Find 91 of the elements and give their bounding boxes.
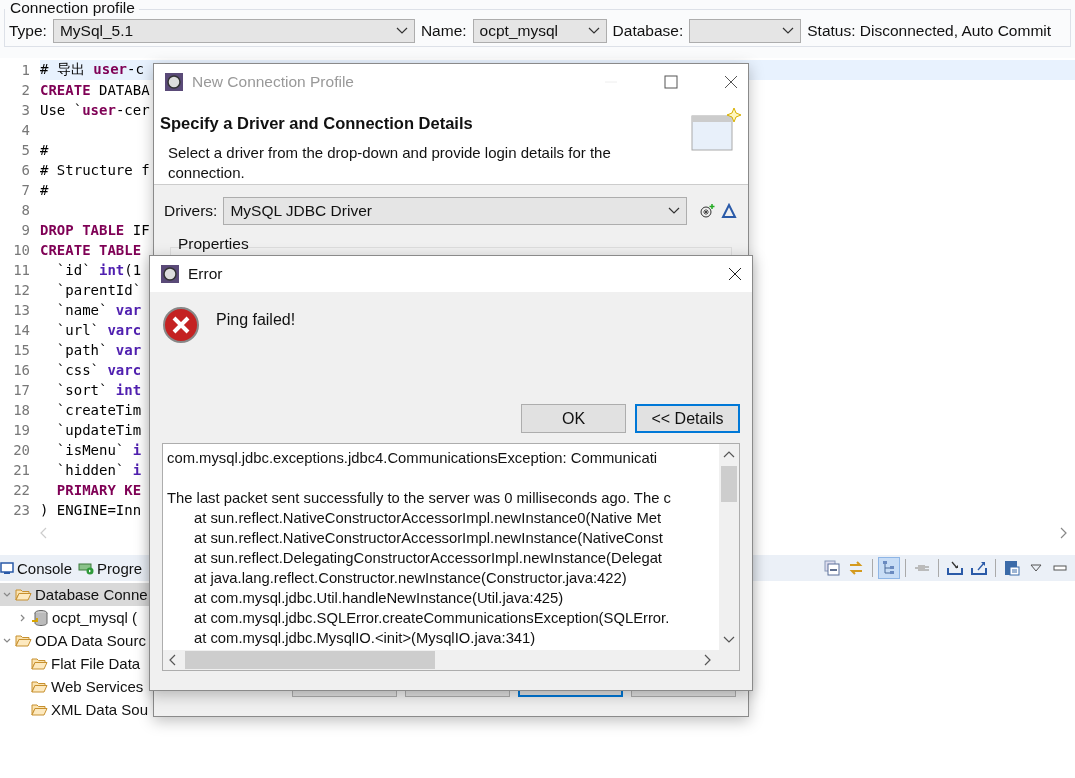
code-line: `updateTim	[55, 422, 142, 438]
group-legend: Properties	[170, 235, 732, 253]
database-dropdown[interactable]	[689, 18, 802, 43]
chevron-down-icon[interactable]	[3, 590, 11, 599]
code-line: DROP TABLE IF	[40, 222, 150, 238]
stack-trace-line: at sun.reflect.NativeConstructorAccessorImpl.newInstance(NativeConst	[193, 529, 664, 548]
code-line: `id` int(1	[55, 262, 142, 278]
folder-icon	[15, 633, 32, 648]
code-line: `createTim	[55, 402, 142, 418]
tree-item[interactable]: ODA Data Sourc	[35, 632, 146, 649]
scrollbar-thumb[interactable]	[721, 466, 737, 502]
close-icon[interactable]	[724, 75, 738, 89]
status-text: Status: Disconnected, Auto Commit	[807, 21, 1052, 40]
details-text-area[interactable]	[162, 443, 740, 671]
code-line: # Structure f	[40, 162, 150, 178]
code-line: `isMenu` i	[55, 442, 142, 458]
database-icon	[31, 608, 49, 627]
scroll-down-icon[interactable]	[723, 636, 735, 644]
code-line: #	[40, 182, 49, 198]
scroll-left-icon[interactable]	[169, 654, 177, 666]
window-title: Error	[188, 265, 223, 283]
stack-trace-line: at sun.reflect.DelegatingConstructorAccessorImpl.newInstance(Delegat	[193, 549, 663, 568]
close-icon[interactable]	[728, 267, 742, 281]
code-line: `css` varc	[55, 362, 142, 378]
maximize-icon[interactable]	[664, 75, 678, 89]
scroll-right-icon[interactable]	[1059, 527, 1067, 539]
stack-trace-line: at com.mysql.jdbc.Util.handleNewInstance(Util.java:425)	[193, 589, 565, 608]
wizard-heading: Specify a Driver and Connection Details	[160, 114, 474, 133]
line-number: 1	[0, 60, 40, 80]
type-label: Type:	[9, 21, 47, 40]
code-line: `path` var	[55, 342, 142, 358]
caret-icon	[668, 207, 681, 215]
tree-item[interactable]: Flat File Data	[51, 655, 141, 672]
dialog-button[interactable]: << Details	[635, 404, 740, 433]
code-line: `hidden` i	[55, 462, 142, 478]
progress-icon	[78, 561, 95, 575]
window-title: New Connection Profile	[192, 73, 354, 91]
caret-icon	[782, 26, 795, 35]
code-line: `name` var	[55, 302, 142, 318]
stack-trace-line: at sun.reflect.NativeConstructorAccessorImpl.newInstance0(Native Met	[193, 509, 663, 528]
error-message: Ping failed!	[216, 311, 296, 329]
database-label: Database:	[612, 21, 684, 40]
folder-icon	[15, 587, 32, 602]
code-line: # 导出 user-c	[40, 61, 144, 79]
scrollbar-thumb[interactable]	[185, 651, 435, 669]
type-dropdown[interactable]: MySql_5.1	[52, 18, 415, 43]
stack-trace-line: The last packet sent successfully to the server was 0 milliseconds ago. The c	[167, 489, 672, 508]
dialog-button[interactable]: OK	[521, 404, 626, 433]
caret-icon	[587, 26, 600, 35]
triangle-icon[interactable]	[721, 203, 738, 219]
code-line: `url` varc	[55, 322, 142, 338]
tree-item[interactable]: Database Conne	[35, 586, 148, 603]
tree-item[interactable]: ocpt_mysql (	[52, 609, 138, 626]
stack-trace-line: at java.lang.reflect.Constructor.newInstance(Constructor.java:422)	[193, 569, 628, 588]
code-line: #	[40, 142, 49, 158]
name-dropdown[interactable]: ocpt_mysql	[472, 18, 607, 43]
error-icon	[162, 306, 200, 344]
caret-icon	[395, 26, 408, 35]
drivers-label: Drivers:	[164, 202, 218, 220]
code-line: `sort` int	[55, 382, 142, 398]
panel-tab[interactable]: Console	[0, 559, 77, 577]
stack-trace-line: at com.mysql.jdbc.SQLError.createCommunicationsException(SQLError.	[193, 609, 671, 628]
code-line: PRIMARY KE	[55, 482, 142, 498]
folder-icon	[31, 679, 48, 694]
monitor-icon	[0, 561, 14, 575]
wizard-description: Select a driver from the drop-down and provide login details for the connection.	[168, 143, 612, 183]
chevron-down-icon[interactable]	[3, 636, 11, 645]
group-legend: Connection profile	[4, 0, 139, 16]
app-icon	[164, 72, 184, 92]
chevron-right-icon[interactable]	[19, 613, 27, 622]
code-line: `parentId`	[55, 282, 142, 298]
collapse-all-icon[interactable]	[821, 557, 843, 579]
stack-trace-line: com.mysql.jdbc.exceptions.jdbc4.CommunicationsException: Communicati	[167, 449, 659, 468]
new-driver-icon[interactable]	[699, 203, 716, 219]
driver-dropdown[interactable]: MySQL JDBC Driver	[223, 197, 688, 225]
tree-item[interactable]: Web Services	[51, 678, 144, 695]
folder-icon	[31, 702, 48, 717]
app-icon	[160, 264, 180, 284]
scroll-up-icon[interactable]	[723, 450, 735, 458]
scroll-right-icon[interactable]	[703, 654, 711, 666]
name-label: Name:	[420, 21, 467, 40]
tree-icon[interactable]	[878, 557, 900, 579]
code-line: Use `user-cer	[40, 102, 150, 118]
window-sparkle-icon	[690, 106, 742, 154]
code-line: CREATE DATABA	[40, 82, 150, 98]
stack-trace-line: at com.mysql.jdbc.MysqlIO.<init>(MysqlIO.java:341)	[193, 629, 537, 648]
code-line: ) ENGINE=Inn	[40, 502, 142, 518]
code-line: CREATE TABLE	[40, 242, 142, 258]
panel-tab[interactable]: Progre	[78, 559, 147, 577]
folder-icon	[31, 656, 48, 671]
tree-item[interactable]: XML Data Sou	[51, 701, 148, 718]
